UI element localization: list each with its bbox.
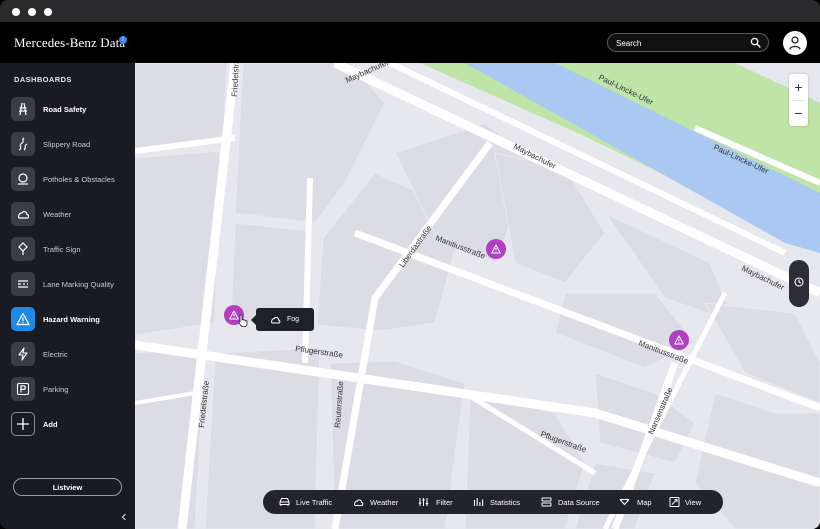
hazard-warning-icon [674, 335, 684, 345]
user-avatar-button[interactable] [783, 31, 807, 55]
view-icon [669, 497, 680, 507]
top-bar: Mercedes-Benz Data i [0, 22, 820, 63]
info-badge-icon[interactable]: i [119, 36, 127, 44]
tooltip-label: Fog [287, 316, 300, 323]
sidebar-item-hazard-warning[interactable]: Hazard Warning [11, 307, 131, 331]
toolbar-live-traffic-button[interactable]: Live Traffic [279, 490, 339, 514]
sidebar-item-potholes[interactable]: Potholes & Obstacles [11, 167, 131, 191]
search-box[interactable] [607, 33, 769, 52]
toolbar-filter-button[interactable]: Filter [418, 490, 458, 514]
sidebar-item-label: Electric [43, 350, 68, 359]
sidebar-item-label: Road Safety [43, 105, 87, 114]
collapse-sidebar-chevron-left-icon[interactable] [119, 512, 129, 522]
data-source-icon [541, 497, 552, 507]
sidebar-item-label: Slippery Road [43, 140, 91, 149]
toolbar-data-source-button[interactable]: Data Source [541, 490, 607, 514]
sidebar-title: DASHBOARDS [14, 75, 72, 84]
parking-icon [11, 377, 35, 401]
brand-logo: Mercedes-Benz Data [14, 35, 126, 50]
toolbar-map-button[interactable]: Map [619, 490, 655, 514]
street-label: Friedelstraße [230, 63, 241, 97]
statistics-icon [473, 498, 484, 506]
slippery-road-icon [11, 132, 35, 156]
sidebar-item-label: Add [43, 420, 58, 429]
map-icon [619, 498, 630, 506]
hand-cursor-icon [238, 314, 248, 327]
toolbar-label: Map [637, 498, 652, 507]
road-icon [11, 97, 35, 121]
sidebar-item-label: Parking [43, 385, 69, 394]
toolbar-view-button[interactable]: View [669, 490, 709, 514]
map-toolbar: Live Traffic Weather Filter Statistics D… [263, 490, 723, 514]
toolbar-label: View [685, 498, 702, 507]
zoom-in-button[interactable]: + [789, 74, 808, 100]
sidebar-item-traffic-sign[interactable]: Traffic Sign [11, 237, 131, 261]
listview-label: Listview [52, 483, 83, 492]
pothole-icon [11, 167, 35, 191]
sidebar-item-label: Hazard Warning [43, 315, 100, 324]
dashboards-sidebar: DASHBOARDS Road Safety Slippery Road Pot… [0, 63, 135, 529]
sidebar-item-electric[interactable]: Electric [11, 342, 131, 366]
user-icon [789, 36, 801, 50]
toolbar-label: Statistics [490, 498, 521, 507]
window-minimize-button[interactable] [28, 8, 36, 16]
sidebar-item-label: Lane Marking Quality [43, 280, 114, 289]
traffic-sign-icon [11, 237, 35, 261]
sidebar-item-lane-marking[interactable]: Lane Marking Quality [11, 272, 131, 296]
toolbar-weather-button[interactable]: Weather [353, 490, 403, 514]
listview-button[interactable]: Listview [13, 478, 122, 496]
hazard-warning-icon [491, 244, 501, 254]
hazard-pin[interactable] [486, 239, 506, 259]
sidebar-item-weather[interactable]: Weather [11, 202, 131, 226]
toolbar-label: Live Traffic [296, 498, 333, 507]
window-close-button[interactable] [12, 8, 20, 16]
search-input[interactable] [616, 36, 746, 50]
cloud-icon [11, 202, 35, 226]
cloud-icon [271, 316, 281, 324]
sidebar-item-label: Potholes & Obstacles [43, 175, 115, 184]
app-window: Mercedes-Benz Data i DASHBOARDS Road Saf… [0, 0, 820, 529]
hazard-pin[interactable] [669, 330, 689, 350]
zoom-control: + − [789, 74, 808, 126]
sidebar-item-add[interactable]: Add [11, 412, 131, 436]
window-maximize-button[interactable] [44, 8, 52, 16]
sidebar-item-label: Weather [43, 210, 72, 219]
sidebar-item-road-safety[interactable]: Road Safety [11, 97, 131, 121]
map-canvas[interactable]: Maybachufer Paul-Lincke-Ufer Maybachufer… [135, 63, 820, 529]
toolbar-label: Weather [370, 498, 399, 507]
cloud-icon [354, 499, 364, 506]
car-icon [279, 498, 290, 506]
filter-icon [418, 498, 429, 506]
plus-icon [11, 412, 35, 436]
zoom-out-button[interactable]: − [789, 100, 808, 126]
lightning-icon [11, 342, 35, 366]
sidebar-item-label: Traffic Sign [43, 245, 81, 254]
sidebar-item-slippery-road[interactable]: Slippery Road [11, 132, 131, 156]
hazard-tooltip: Fog [251, 308, 314, 331]
sidebar-item-parking[interactable]: Parking [11, 377, 131, 401]
clock-icon [794, 277, 804, 287]
hazard-warning-icon [11, 307, 35, 331]
toolbar-label: Filter [436, 498, 453, 507]
toolbar-label: Data Source [558, 498, 600, 507]
search-icon[interactable] [750, 37, 761, 48]
window-titlebar [0, 0, 820, 22]
map-view[interactable]: Maybachufer Paul-Lincke-Ufer Maybachufer… [135, 63, 820, 529]
history-button[interactable] [789, 260, 809, 307]
toolbar-statistics-button[interactable]: Statistics [473, 490, 528, 514]
lane-marking-icon [11, 272, 35, 296]
